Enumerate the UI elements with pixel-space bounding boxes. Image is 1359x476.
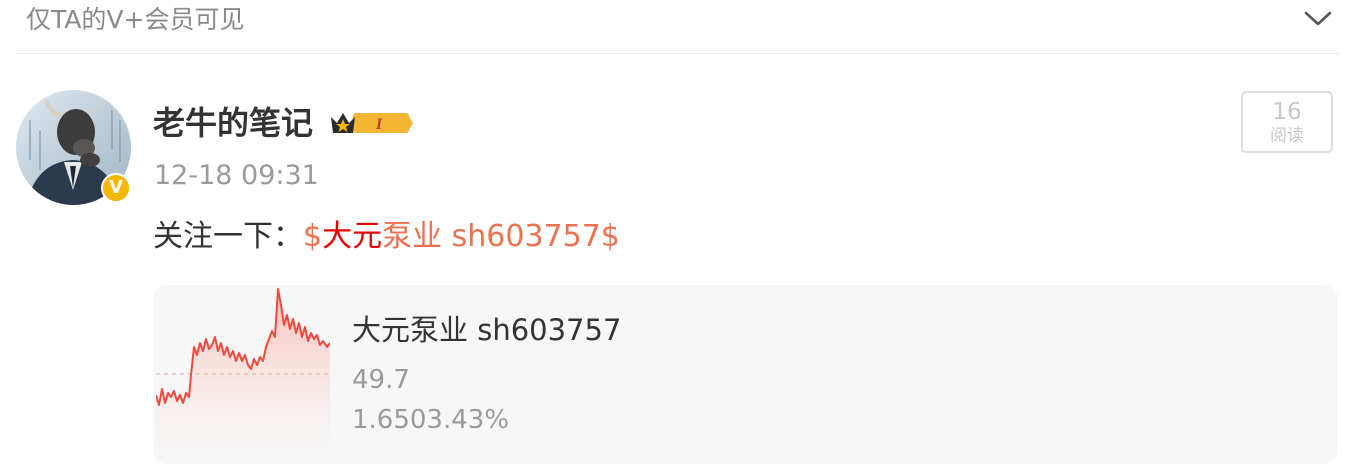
read-count: 16 [1272, 99, 1302, 125]
ticker-dollar-close: $ [600, 219, 620, 254]
read-count-box: 16 阅读 [1241, 91, 1333, 153]
stock-price: 49.7 [352, 365, 410, 395]
stock-card[interactable]: 大元泵业 sh603757 49.7 1.6503.43% [153, 285, 1338, 464]
post-text: 关注一下：$大元泵业 sh603757$ [153, 215, 620, 259]
author-name[interactable]: 老牛的笔记 [153, 101, 313, 145]
chevron-down-icon[interactable] [1303, 4, 1333, 32]
header-bar: 仅TA的V+会员可见 [0, 0, 1359, 52]
divider [16, 53, 1339, 54]
crown-level-icon: I [331, 113, 413, 133]
verified-v-badge-icon: V [101, 173, 131, 203]
stock-name: 大元泵业 sh603757 [352, 313, 622, 347]
stock-change: 1.6503.43% [352, 405, 510, 435]
ticker-highlight: 大元 [322, 219, 383, 254]
stock-sparkline [156, 288, 330, 464]
ticker-dollar-open: $ [303, 219, 323, 254]
stock-ticker-link[interactable]: $大元泵业 sh603757$ [303, 219, 620, 254]
level-number: I [375, 116, 383, 133]
post-prefix: 关注一下： [153, 219, 303, 254]
post-time: 12-18 09:31 [154, 160, 319, 191]
verified-badge-letter: V [109, 177, 123, 198]
ticker-rest: 泵业 sh603757 [382, 219, 601, 254]
members-only-notice: 仅TA的V+会员可见 [26, 5, 245, 34]
read-label: 阅读 [1270, 126, 1304, 146]
